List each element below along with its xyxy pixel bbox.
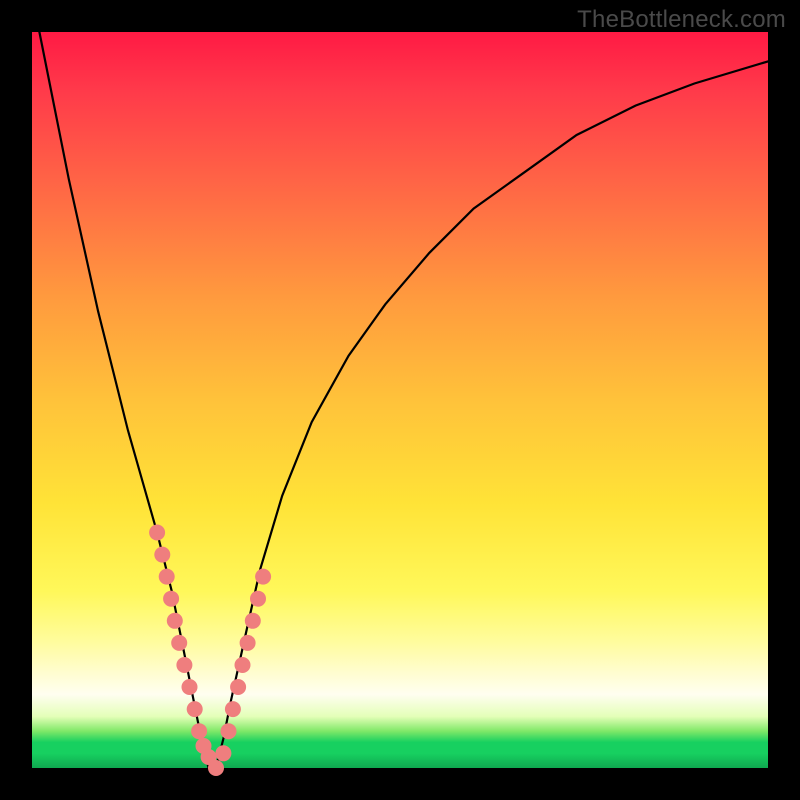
- curve-layer: [32, 32, 768, 768]
- marker-dot: [225, 701, 241, 717]
- marker-dot: [240, 635, 256, 651]
- chart-frame: TheBottleneck.com: [0, 0, 800, 800]
- highlighted-points: [149, 525, 271, 777]
- marker-dot: [187, 701, 203, 717]
- marker-dot: [230, 679, 246, 695]
- marker-dot: [154, 547, 170, 563]
- marker-dot: [255, 569, 271, 585]
- marker-dot: [171, 635, 187, 651]
- watermark-text: TheBottleneck.com: [577, 6, 786, 34]
- marker-dot: [221, 723, 237, 739]
- marker-dot: [215, 745, 231, 761]
- plot-area: [32, 32, 768, 768]
- marker-dot: [149, 525, 165, 541]
- marker-dot: [208, 760, 224, 776]
- marker-dot: [176, 657, 192, 673]
- bottleneck-curve: [39, 32, 768, 768]
- marker-dot: [167, 613, 183, 629]
- marker-dot: [163, 591, 179, 607]
- marker-dot: [245, 613, 261, 629]
- marker-dot: [191, 723, 207, 739]
- marker-dot: [159, 569, 175, 585]
- marker-dot: [235, 657, 251, 673]
- marker-dot: [182, 679, 198, 695]
- marker-dot: [250, 591, 266, 607]
